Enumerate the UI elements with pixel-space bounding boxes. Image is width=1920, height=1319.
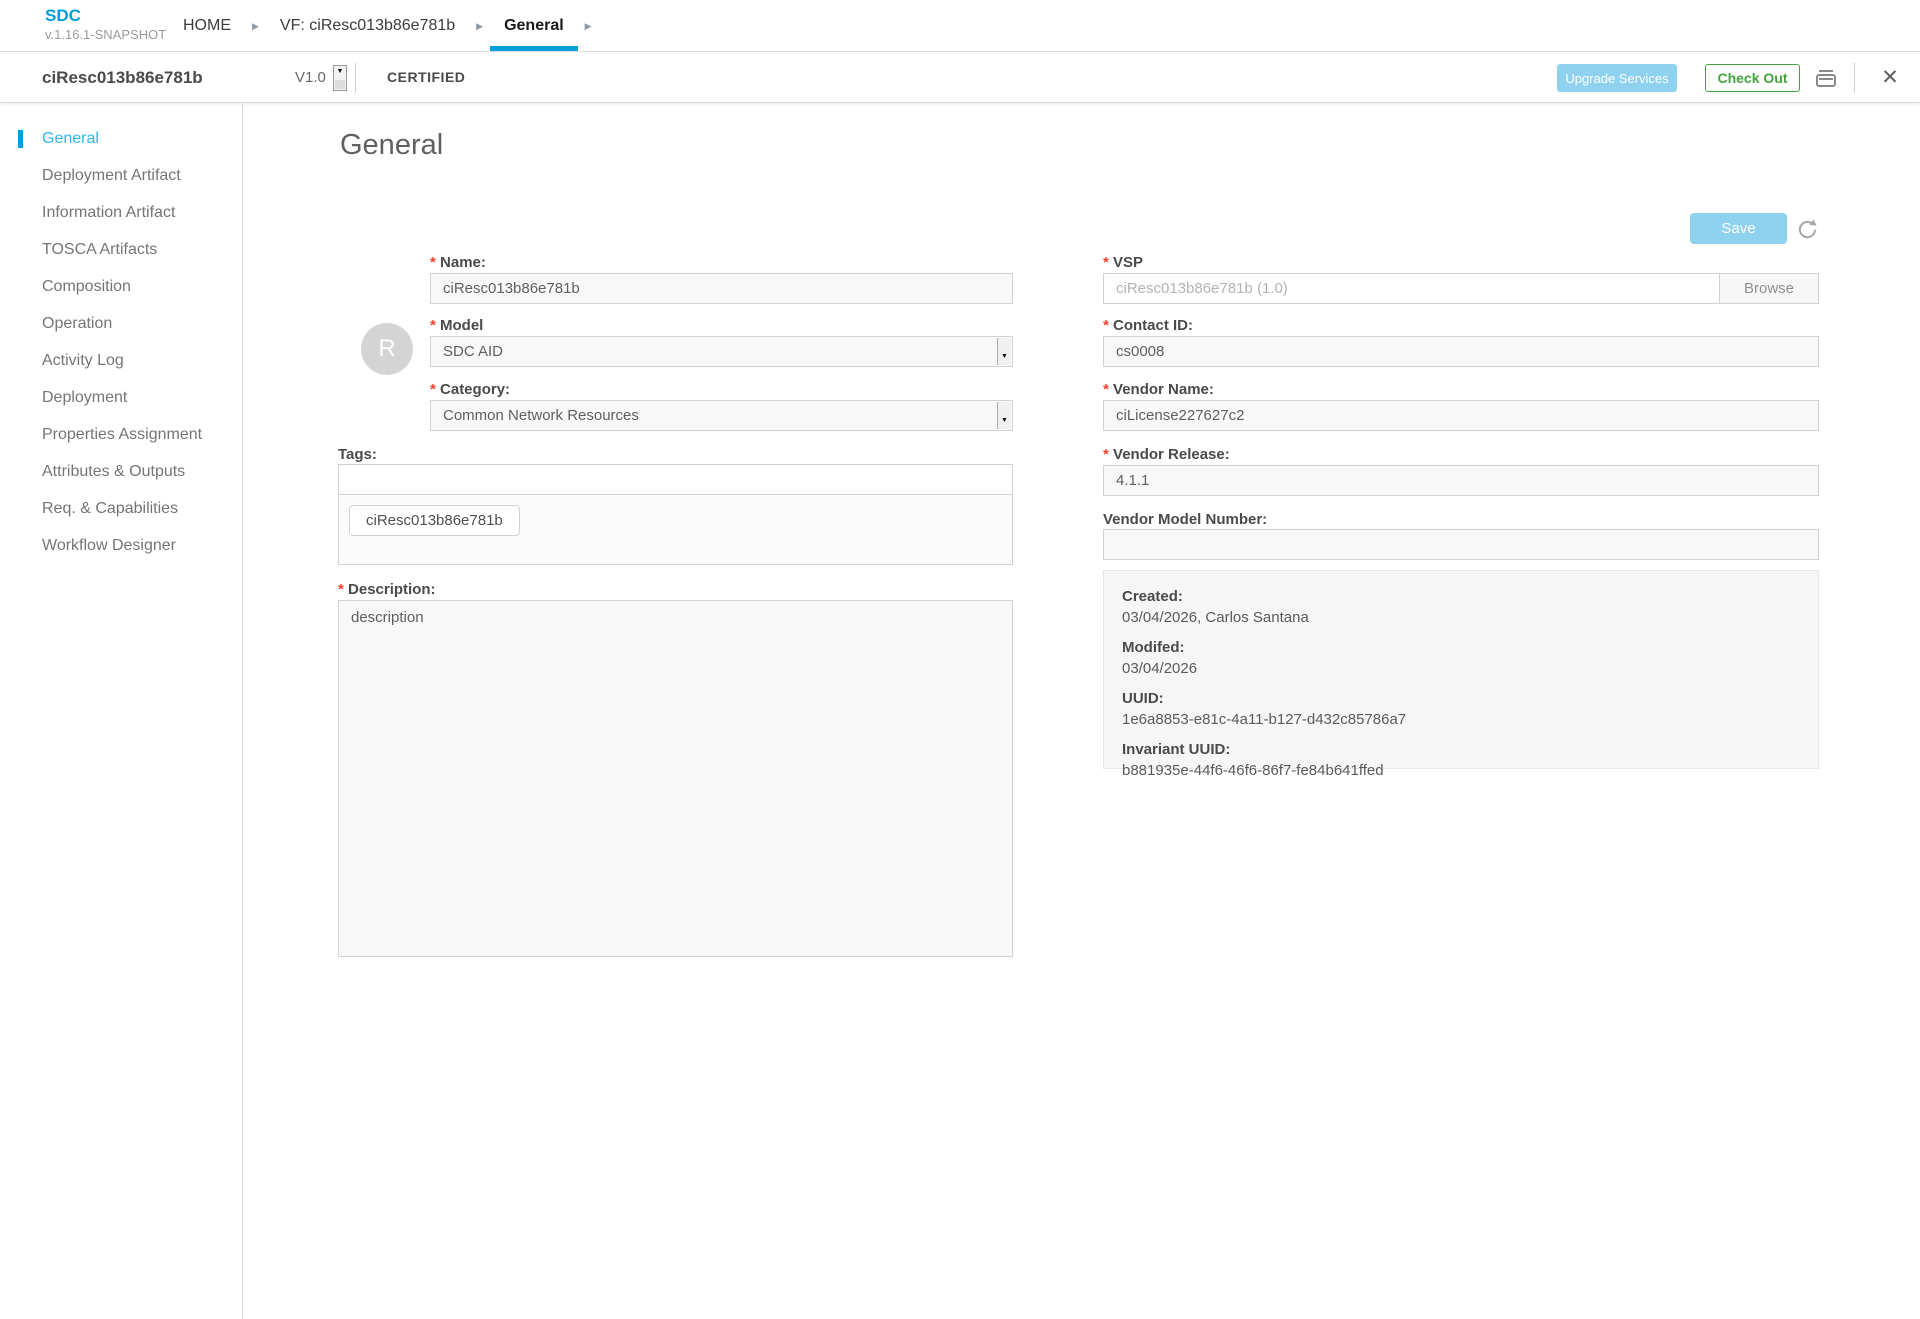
top-header: SDC v.1.16.1-SNAPSHOT HOME ▶ VF: ciResc0…	[0, 0, 1920, 52]
sidebar-item-general[interactable]: General	[0, 120, 242, 157]
general-page: General Save R Name: Model SDC AID ▼ Cat…	[243, 103, 1920, 1319]
chevron-down-icon: ▼	[334, 68, 346, 75]
sidebar-item-activity-log[interactable]: Activity Log	[0, 342, 242, 379]
model-select[interactable]: SDC AID ▼	[430, 336, 1013, 367]
meta-invariant-uuid: Invariant UUID: b881935e-44f6-46f6-86f7-…	[1122, 739, 1800, 781]
sdc-app: SDC v.1.16.1-SNAPSHOT HOME ▶ VF: ciResc0…	[0, 0, 1920, 1319]
lifecycle-status-badge: CERTIFIED	[387, 52, 465, 103]
sidebar-item-information-artifact[interactable]: Information Artifact	[0, 194, 242, 231]
browse-button[interactable]: Browse	[1719, 273, 1819, 304]
tags-list: ciResc013b86e781b	[338, 495, 1013, 565]
breadcrumb-home[interactable]: HOME	[183, 0, 231, 51]
tags-label: Tags:	[338, 446, 377, 463]
vendor-name-field[interactable]	[1103, 400, 1819, 431]
name-field[interactable]	[430, 273, 1013, 304]
save-button[interactable]: Save	[1690, 213, 1787, 244]
sidebar-item-deployment[interactable]: Deployment	[0, 379, 242, 416]
breadcrumb: HOME ▶ VF: ciResc013b86e781b ▶ General ▶	[183, 0, 592, 51]
description-field[interactable]: description	[338, 600, 1013, 957]
sdc-logo: SDC v.1.16.1-SNAPSHOT	[45, 7, 166, 42]
toolbar-divider	[1854, 63, 1855, 93]
sidebar: General Deployment Artifact Information …	[0, 103, 242, 1319]
tags-input[interactable]	[338, 464, 1013, 495]
vendor-model-number-label: Vendor Model Number:	[1103, 511, 1267, 528]
tags-section: ciResc013b86e781b	[338, 464, 1013, 565]
sidebar-item-req-capabilities[interactable]: Req. & Capabilities	[0, 490, 242, 527]
logo-version: v.1.16.1-SNAPSHOT	[45, 28, 166, 42]
sidebar-item-tosca-artifacts[interactable]: TOSCA Artifacts	[0, 231, 242, 268]
sidebar-item-workflow-designer[interactable]: Workflow Designer	[0, 527, 242, 564]
model-label: Model	[430, 317, 483, 334]
print-icon[interactable]	[1813, 65, 1839, 91]
meta-created: Created: 03/04/2026, Carlos Santana	[1122, 586, 1800, 628]
version-selector[interactable]: ▼	[333, 65, 347, 91]
category-select[interactable]: Common Network Resources ▼	[430, 400, 1013, 431]
breadcrumb-vf[interactable]: VF: ciResc013b86e781b	[280, 0, 455, 51]
category-label: Category:	[430, 381, 510, 398]
close-icon[interactable]: ✕	[1876, 64, 1904, 92]
check-out-button[interactable]: Check Out	[1705, 64, 1800, 92]
vendor-model-number-field[interactable]	[1103, 529, 1819, 560]
entity-title: ciResc013b86e781b	[42, 52, 203, 103]
toolbar-divider	[355, 63, 356, 93]
vendor-release-field[interactable]	[1103, 465, 1819, 496]
avatar: R	[361, 323, 413, 375]
breadcrumb-arrow-icon: ▶	[585, 21, 592, 32]
vsp-label: VSP	[1103, 254, 1143, 271]
sidebar-item-attributes-outputs[interactable]: Attributes & Outputs	[0, 453, 242, 490]
description-label: Description:	[338, 581, 436, 598]
sidebar-item-deployment-artifact[interactable]: Deployment Artifact	[0, 157, 242, 194]
breadcrumb-general[interactable]: General	[504, 0, 564, 51]
logo-title: SDC	[45, 7, 166, 26]
version-label: V1.0	[295, 52, 326, 103]
stepper-lower-half	[335, 80, 345, 89]
tag-chip[interactable]: ciResc013b86e781b	[349, 505, 520, 536]
contact-id-label: Contact ID:	[1103, 317, 1193, 334]
revert-icon[interactable]	[1796, 218, 1818, 240]
meta-modified: Modifed: 03/04/2026	[1122, 637, 1800, 679]
chevron-down-icon: ▼	[997, 402, 1011, 429]
contact-id-field[interactable]	[1103, 336, 1819, 367]
avatar-letter: R	[378, 335, 395, 363]
vendor-name-label: Vendor Name:	[1103, 381, 1214, 398]
breadcrumb-arrow-icon: ▶	[476, 21, 483, 32]
vsp-field[interactable]	[1103, 273, 1720, 304]
sidebar-item-properties-assignment[interactable]: Properties Assignment	[0, 416, 242, 453]
vendor-release-label: Vendor Release:	[1103, 446, 1230, 463]
chevron-down-icon: ▼	[997, 338, 1011, 365]
breadcrumb-arrow-icon: ▶	[252, 21, 259, 32]
meta-uuid: UUID: 1e6a8853-e81c-4a11-b127-d432c85786…	[1122, 688, 1800, 730]
name-label: Name:	[430, 254, 486, 271]
sidebar-menu: General Deployment Artifact Information …	[0, 120, 242, 564]
sub-toolbar: ciResc013b86e781b V1.0 ▼ CERTIFIED Upgra…	[0, 52, 1920, 103]
page-title: General	[340, 129, 443, 162]
sidebar-item-operation[interactable]: Operation	[0, 305, 242, 342]
upgrade-services-button[interactable]: Upgrade Services	[1557, 64, 1677, 92]
metadata-panel: Created: 03/04/2026, Carlos Santana Modi…	[1103, 570, 1819, 769]
sidebar-item-composition[interactable]: Composition	[0, 268, 242, 305]
